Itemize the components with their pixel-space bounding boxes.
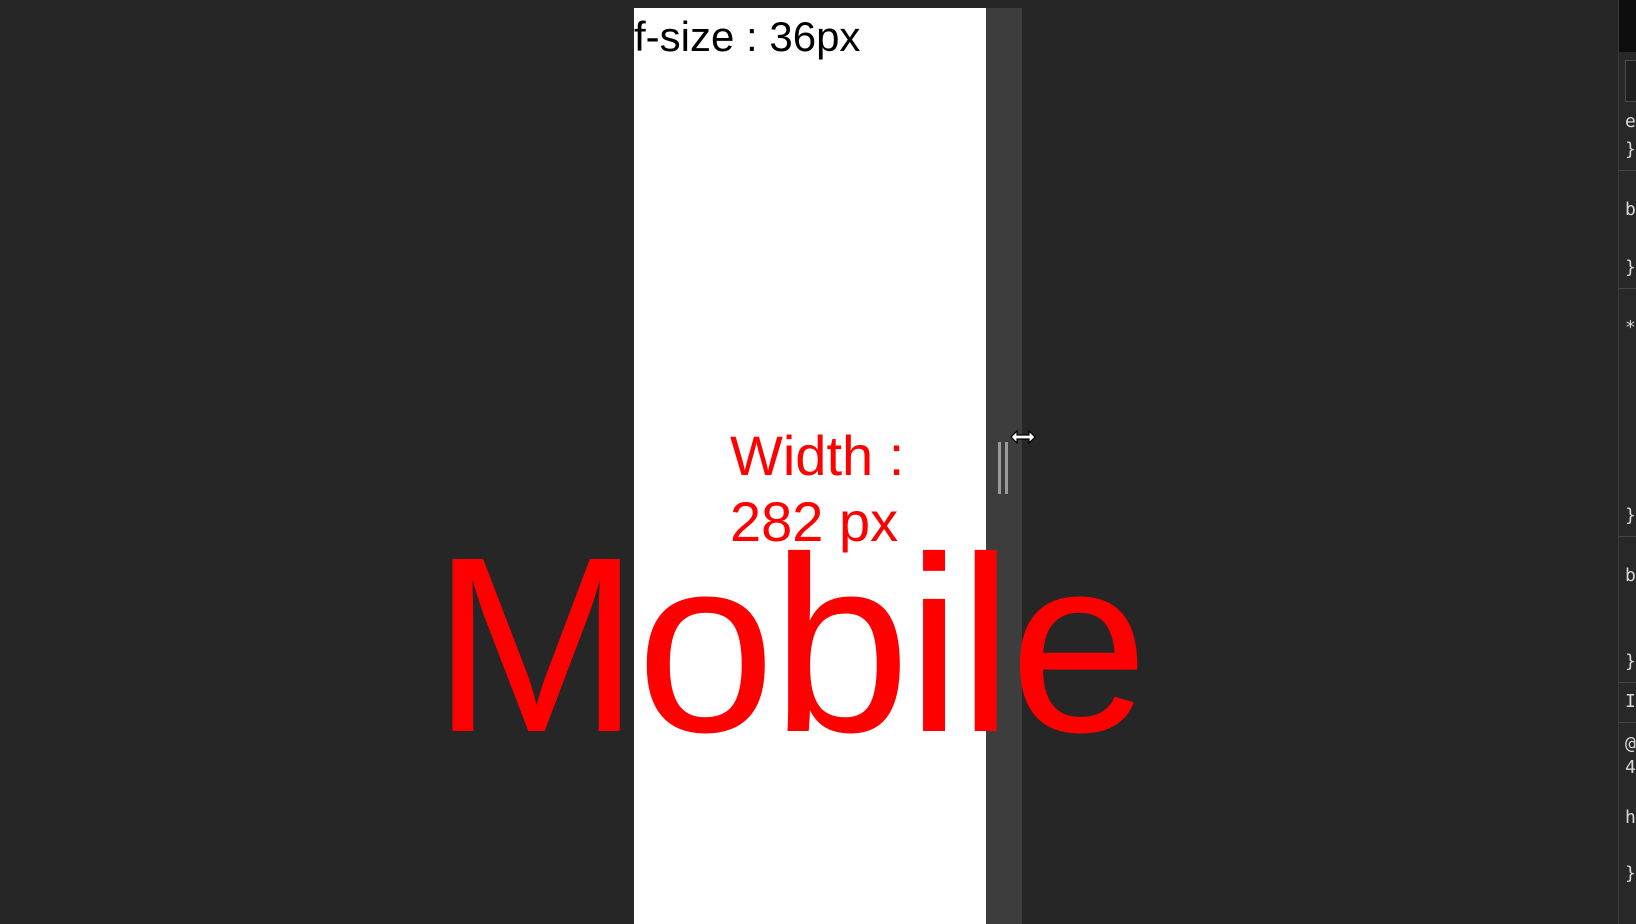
device-type-heading: Mobile	[432, 505, 1148, 784]
viewport-resize-gutter[interactable]	[986, 8, 1022, 924]
devtools-filter-input[interactable]	[1625, 60, 1636, 102]
code-fragment: }	[1625, 651, 1636, 672]
code-fragment: }	[1625, 505, 1636, 526]
resize-handle-icon[interactable]	[998, 442, 1008, 494]
code-fragment: h	[1625, 807, 1636, 828]
code-fragment: b	[1625, 199, 1636, 220]
responsive-preview-stage: f-size : 36px Width : 282 px Mobile e } …	[0, 0, 1636, 924]
code-fragment: b	[1625, 565, 1636, 586]
code-fragment: @	[1625, 733, 1636, 754]
code-fragment: }	[1625, 257, 1636, 278]
code-fragment: }	[1625, 139, 1636, 160]
code-fragment: *	[1625, 317, 1636, 338]
width-text-line1: Width :	[730, 424, 905, 487]
horizontal-resize-cursor-icon	[1010, 429, 1036, 445]
emulated-viewport: f-size : 36px Width : 282 px	[634, 8, 986, 924]
font-size-text: f-size : 36px	[634, 13, 861, 60]
devtools-toolbar	[1619, 0, 1636, 52]
code-fragment: e	[1625, 111, 1636, 132]
devtools-panel: e } b } * } b } I @ 4 h }	[1618, 0, 1636, 924]
code-fragment: 4	[1625, 757, 1636, 778]
code-fragment: I	[1625, 691, 1636, 712]
code-fragment: }	[1625, 863, 1636, 884]
